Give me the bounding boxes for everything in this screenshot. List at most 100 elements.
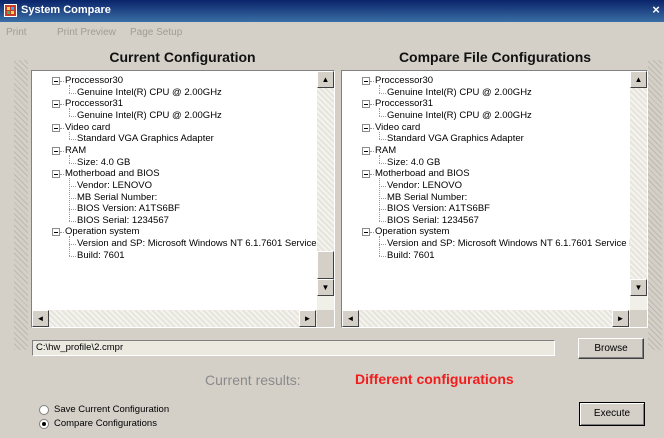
tree-connector bbox=[69, 139, 76, 141]
tree-connector bbox=[69, 92, 76, 94]
compare-config-tree[interactable]: Proccessor30 Genuine Intel(R) CPU @ 2.00G… bbox=[341, 70, 648, 328]
tree-node-value[interactable]: Genuine Intel(R) CPU @ 2.00GHz bbox=[387, 87, 532, 99]
scroll-left-button[interactable]: ◄ bbox=[342, 310, 359, 327]
tree-node-value[interactable]: BIOS Serial: 1234567 bbox=[387, 215, 479, 227]
tree-node-value[interactable]: MB Serial Number: bbox=[77, 192, 157, 204]
close-button[interactable]: × bbox=[649, 3, 663, 17]
tree-connector bbox=[60, 232, 64, 234]
tree-connector bbox=[379, 209, 386, 211]
tree-node-value[interactable]: Genuine Intel(R) CPU @ 2.00GHz bbox=[77, 110, 222, 122]
tree-node-value[interactable]: Size: 4.0 GB bbox=[77, 157, 130, 169]
tree-connector bbox=[370, 174, 374, 176]
scroll-corner bbox=[630, 310, 647, 327]
window-title: System Compare bbox=[21, 4, 111, 16]
scroll-down-button[interactable]: ▼ bbox=[630, 279, 647, 296]
tree-node-category[interactable]: Proccessor31 bbox=[65, 98, 123, 110]
tree-connector bbox=[69, 209, 76, 211]
scroll-up-button[interactable]: ▲ bbox=[630, 71, 647, 88]
tree-connector bbox=[379, 244, 386, 246]
tree-node-value[interactable]: Vendor: LENOVO bbox=[77, 180, 152, 192]
tree-node-value[interactable]: Standard VGA Graphics Adapter bbox=[387, 133, 524, 145]
menu-print[interactable]: Print bbox=[6, 27, 27, 38]
tree-node-category[interactable]: Video card bbox=[375, 122, 420, 134]
horizontal-scrollbar[interactable]: ◄ ► bbox=[342, 310, 630, 327]
tree-connector bbox=[69, 220, 76, 222]
tree-node-value[interactable]: BIOS Version: A1TS6BF bbox=[387, 203, 490, 215]
tree-node-value[interactable]: Size: 4.0 GB bbox=[387, 157, 440, 169]
radio-button[interactable] bbox=[39, 405, 49, 415]
tree-node-value[interactable]: MB Serial Number: bbox=[387, 192, 467, 204]
collapse-toggle-icon[interactable] bbox=[52, 123, 60, 132]
file-path-field[interactable]: C:\hw_profile\2.cmpr bbox=[32, 340, 555, 356]
tree-node-category[interactable]: Video card bbox=[65, 122, 110, 134]
tree-connector bbox=[370, 81, 374, 82]
tree-connector bbox=[60, 127, 64, 129]
tree-connector bbox=[379, 197, 386, 199]
scroll-up-button[interactable]: ▲ bbox=[317, 71, 334, 88]
tree-node-category[interactable]: Proccessor31 bbox=[375, 98, 433, 110]
scroll-left-button[interactable]: ◄ bbox=[32, 310, 49, 327]
tree-node-value[interactable]: Genuine Intel(R) CPU @ 2.00GHz bbox=[387, 110, 532, 122]
tree-connector bbox=[379, 85, 380, 93]
scroll-right-button[interactable]: ► bbox=[612, 310, 629, 327]
tree-connector bbox=[69, 255, 76, 257]
execute-button[interactable]: Execute bbox=[579, 402, 645, 426]
tree-node-value[interactable]: Version and SP: Microsoft Windows NT 6.1… bbox=[387, 238, 630, 250]
tree-node-value[interactable]: Vendor: LENOVO bbox=[387, 180, 462, 192]
tree-connector bbox=[370, 104, 374, 106]
tree-node-category[interactable]: Proccessor30 bbox=[65, 75, 123, 87]
vertical-scrollbar[interactable]: ▲ ▼ bbox=[630, 71, 647, 310]
collapse-toggle-icon[interactable] bbox=[362, 123, 370, 132]
tree-connector bbox=[379, 139, 386, 141]
tree-content: Proccessor30 Genuine Intel(R) CPU @ 2.00G… bbox=[342, 71, 630, 310]
collapse-toggle-icon[interactable] bbox=[362, 228, 370, 237]
current-config-tree[interactable]: Proccessor30 Genuine Intel(R) CPU @ 2.00G… bbox=[31, 70, 335, 328]
results-label: Current results: bbox=[205, 372, 301, 388]
scroll-track[interactable] bbox=[630, 88, 647, 279]
collapse-toggle-icon[interactable] bbox=[52, 100, 60, 109]
tree-node-category[interactable]: Proccessor30 bbox=[375, 75, 433, 87]
tree-node-value[interactable]: BIOS Version: A1TS6BF bbox=[77, 203, 180, 215]
tree-node-value[interactable]: Standard VGA Graphics Adapter bbox=[77, 133, 214, 145]
scroll-right-button[interactable]: ► bbox=[299, 310, 316, 327]
menu-bar: Print Print Preview Page Setup bbox=[0, 22, 664, 42]
tree-connector bbox=[370, 150, 374, 152]
tree-connector bbox=[379, 162, 386, 164]
tree-connector bbox=[379, 131, 380, 140]
tree-connector bbox=[379, 92, 386, 94]
scroll-down-button[interactable]: ▼ bbox=[317, 279, 334, 296]
menu-print-preview[interactable]: Print Preview bbox=[57, 27, 116, 38]
tree-connector bbox=[379, 236, 380, 256]
tree-node-value[interactable]: Genuine Intel(R) CPU @ 2.00GHz bbox=[77, 87, 222, 99]
tree-connector bbox=[370, 127, 374, 129]
tree-node-category[interactable]: Motherboad and BIOS bbox=[375, 168, 470, 180]
tree-connector bbox=[69, 115, 76, 117]
tree-node-category[interactable]: Operation system bbox=[375, 226, 449, 238]
scroll-thumb[interactable] bbox=[317, 251, 334, 279]
vertical-scrollbar[interactable]: ▲ ▼ bbox=[317, 71, 334, 310]
menu-page-setup[interactable]: Page Setup bbox=[130, 27, 182, 38]
compare-config-title: Compare File Configurations bbox=[398, 49, 592, 65]
collapse-toggle-icon[interactable] bbox=[362, 170, 370, 179]
collapse-toggle-icon[interactable] bbox=[52, 170, 60, 179]
collapse-toggle-icon[interactable] bbox=[362, 100, 370, 109]
option-label: Compare Configurations bbox=[54, 418, 157, 429]
collapse-toggle-icon[interactable] bbox=[362, 146, 370, 155]
collapse-toggle-icon[interactable] bbox=[52, 77, 60, 85]
tree-connector bbox=[60, 150, 64, 152]
radio-button[interactable] bbox=[39, 419, 49, 429]
collapse-toggle-icon[interactable] bbox=[52, 146, 60, 155]
tree-node-category[interactable]: Motherboad and BIOS bbox=[65, 168, 160, 180]
horizontal-scrollbar[interactable]: ◄ ► bbox=[32, 310, 317, 327]
tree-node-value[interactable]: BIOS Serial: 1234567 bbox=[77, 215, 169, 227]
tree-connector bbox=[69, 162, 76, 164]
collapse-toggle-icon[interactable] bbox=[362, 77, 370, 85]
browse-button[interactable]: Browse bbox=[578, 338, 644, 359]
tree-connector bbox=[60, 81, 64, 82]
tree-node-value[interactable]: Version and SP: Microsoft Windows NT 6.1… bbox=[77, 238, 317, 250]
collapse-toggle-icon[interactable] bbox=[52, 228, 60, 237]
tree-node-value[interactable]: Build: 7601 bbox=[387, 250, 435, 262]
tree-node-value[interactable]: Build: 7601 bbox=[77, 250, 125, 262]
tree-node-category[interactable]: Operation system bbox=[65, 226, 139, 238]
tree-connector bbox=[69, 85, 70, 93]
